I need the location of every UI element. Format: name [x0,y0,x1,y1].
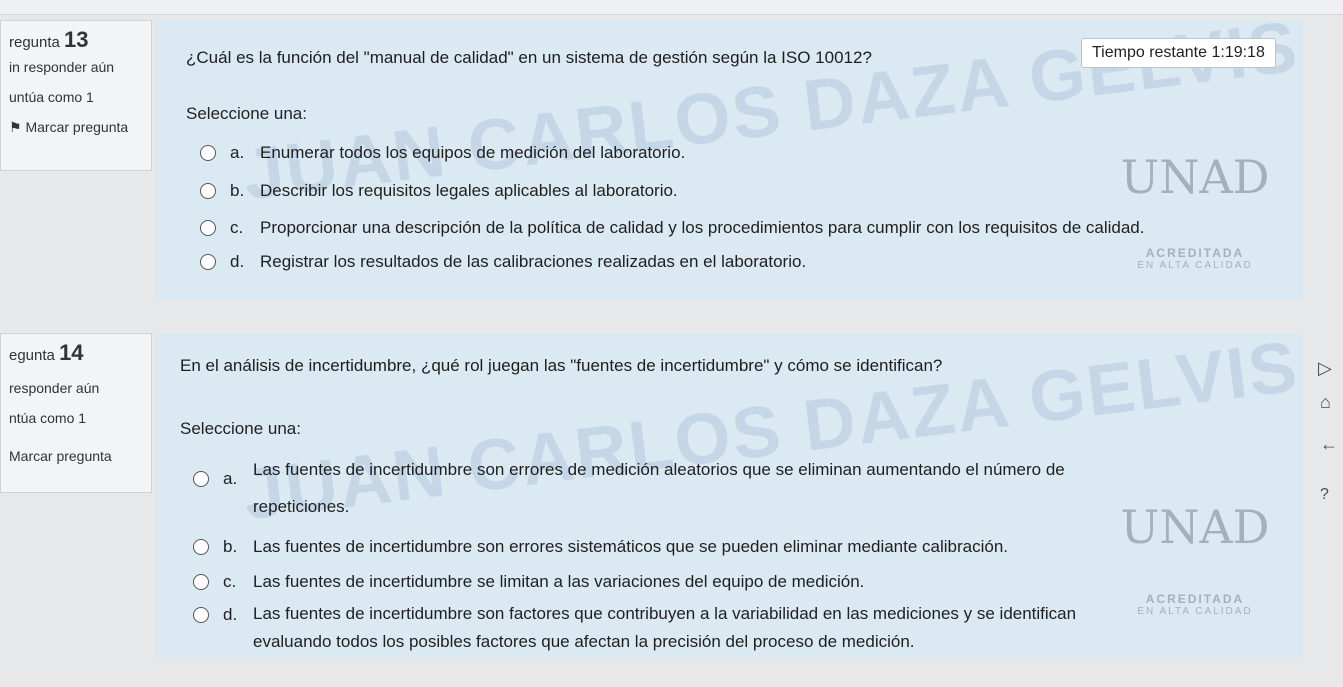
question-text: ¿Cuál es la función del "manual de calid… [186,48,872,67]
option-b[interactable]: b. Describir los requisitos legales aplic… [200,181,678,201]
question-info-14: egunta 14 responder aún ntúa como 1 Marc… [0,333,152,493]
option-d[interactable]: d. Las fuentes de incertidumbre son facto… [193,604,1093,656]
flag-label: Marcar pregunta [9,448,112,464]
option-text: Las fuentes de incertidumbre se limitan … [253,572,865,591]
option-text: Registrar los resultados de las calibrac… [260,252,807,271]
radio-button[interactable] [200,220,216,236]
radio-button[interactable] [200,254,216,270]
flag-icon: ⚑ [9,119,22,135]
top-bar [0,0,1343,15]
flag-question-button[interactable]: ⚑ Marcar pregunta [9,119,143,136]
question-info-13: regunta 13 in responder aún untúa como 1… [0,20,152,171]
option-letter: c. [223,572,237,591]
question-status: in responder aún [9,59,115,75]
question-number-label: regunta 13 [9,27,89,52]
radio-button[interactable] [193,539,209,555]
select-one-label: Seleccione una: [180,419,301,438]
option-letter: d. [230,252,245,271]
option-letter: a. [230,143,245,162]
logo-accreditation: ACREDITADA [1145,592,1245,606]
logo-mark: UNAD [1120,500,1270,554]
flag-label: Marcar pregunta [25,119,129,135]
radio-button[interactable] [200,183,216,199]
question-number-label: egunta 14 [9,340,84,365]
question-status: responder aún [9,380,100,396]
option-c[interactable]: c. Las fuentes de incertidumbre se limita… [193,572,864,592]
question-points: ntúa como 1 [9,410,87,426]
select-one-label: Seleccione una: [186,104,307,123]
home-icon[interactable]: ⌂ [1320,392,1331,413]
option-letter: a. [223,469,238,488]
option-text: Enumerar todos los equipos de medición d… [260,143,686,162]
option-text: Las fuentes de incertidumbre son factore… [253,604,1077,651]
option-letter: b. [230,181,245,200]
option-letter: b. [223,537,238,556]
option-c[interactable]: c. Proporcionar una descripción de la pol… [200,218,1144,238]
back-arrow-icon[interactable]: ← [1320,434,1338,455]
timer-label: Tiempo restante [1092,44,1208,61]
radio-button[interactable] [200,145,216,161]
question-text: En el análisis de incertidumbre, ¿qué ro… [180,356,943,375]
logo-accreditation-sub: EN ALTA CALIDAD [1137,606,1253,617]
option-letter: c. [230,218,244,237]
unad-logo: UNAD ACREDITADA EN ALTA CALIDAD [1110,150,1280,271]
option-text: Describir los requisitos legales aplicab… [260,181,678,200]
option-text: Proporcionar una descripción de la polít… [260,218,1145,237]
timer-value: 1:19:18 [1211,44,1265,61]
radio-button[interactable] [193,607,209,623]
logo-mark: UNAD [1120,150,1270,204]
flag-question-button[interactable]: Marcar pregunta [9,448,143,464]
option-a[interactable]: a. Las fuentes de incertidumbre son error… [193,460,1093,525]
option-b[interactable]: b. Las fuentes de incertidumbre son error… [193,537,1008,557]
timer: Tiempo restante 1:19:18 [1081,38,1276,68]
cursor-icon: ▷ [1318,358,1332,378]
unad-logo: UNAD ACREDITADA EN ALTA CALIDAD [1110,500,1280,617]
option-a[interactable]: a. Enumerar todos los equipos de medición… [200,143,685,163]
radio-button[interactable] [193,574,209,590]
option-d[interactable]: d. Registrar los resultados de las calibr… [200,252,806,272]
question-points: untúa como 1 [9,89,94,105]
logo-accreditation: ACREDITADA [1145,246,1245,260]
logo-accreditation-sub: EN ALTA CALIDAD [1137,260,1253,271]
option-letter: d. [223,605,238,624]
radio-button[interactable] [193,471,209,487]
option-text: Las fuentes de incertidumbre son errores… [253,537,1009,556]
option-text: Las fuentes de incertidumbre son errores… [253,460,1065,516]
help-icon[interactable]: ? [1320,486,1329,504]
